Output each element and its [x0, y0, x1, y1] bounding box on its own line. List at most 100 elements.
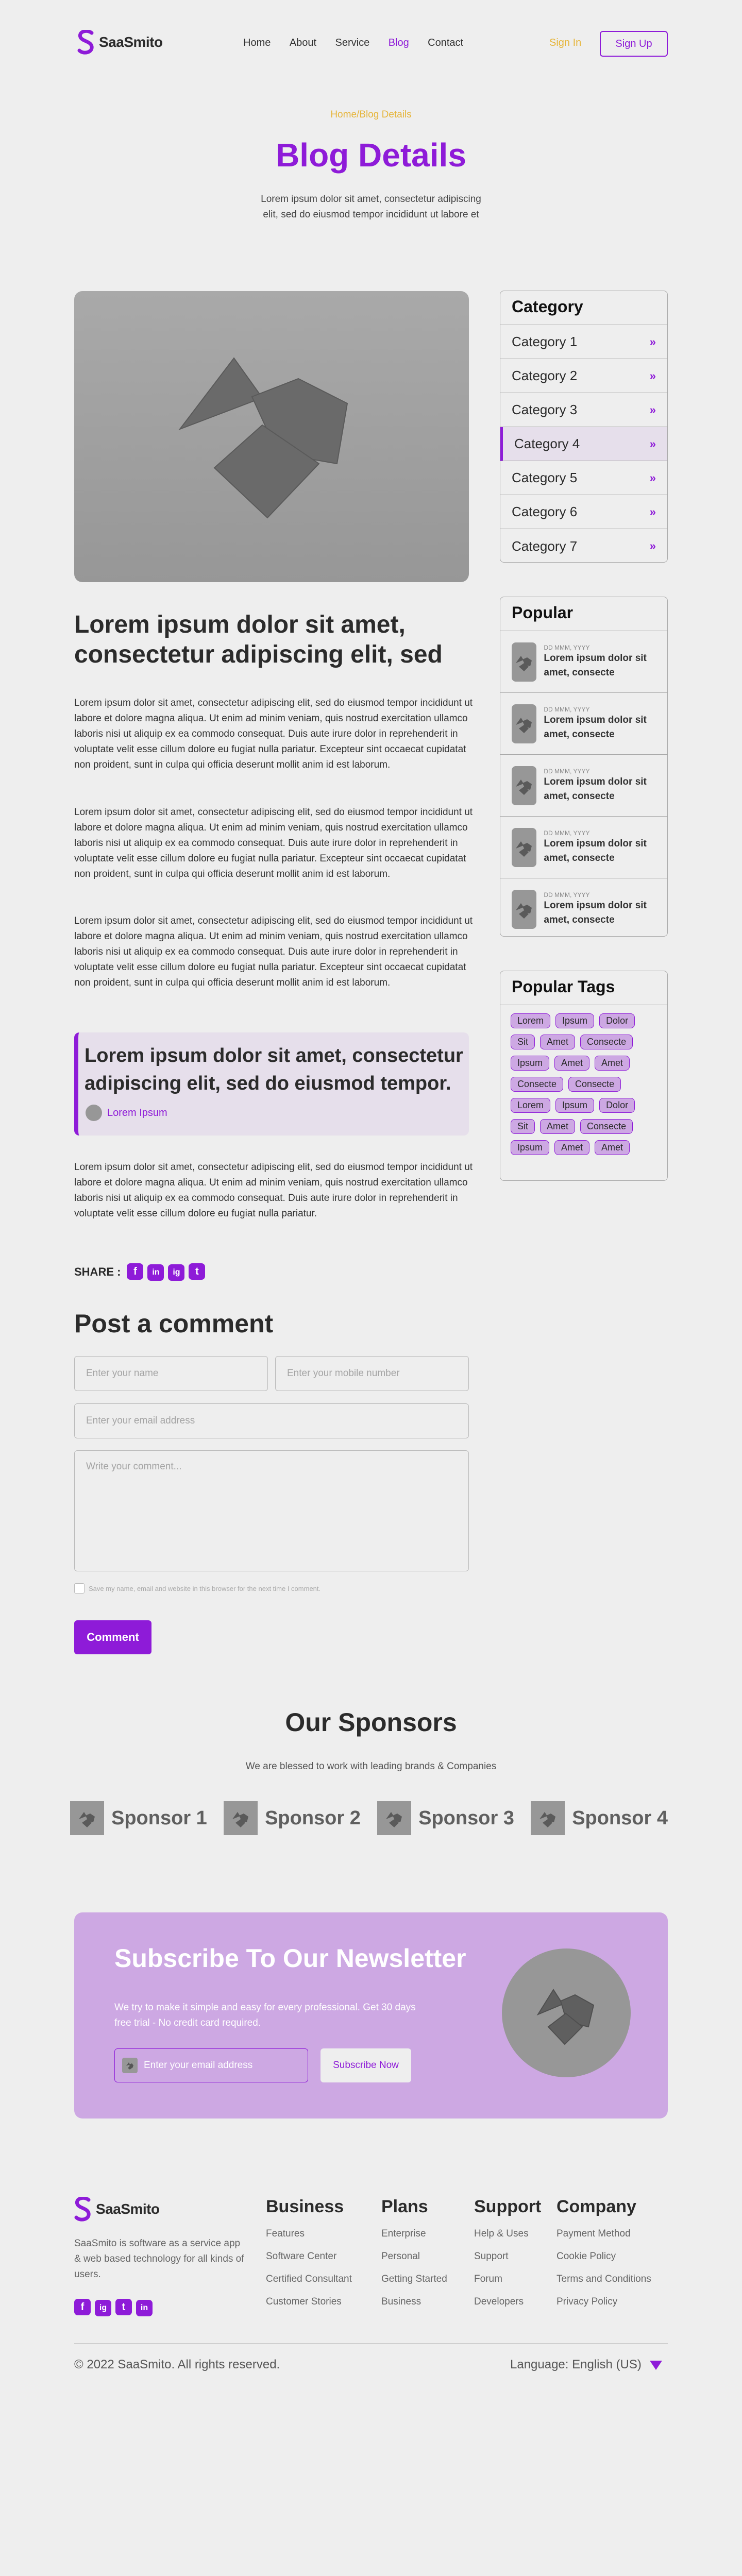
footer-link[interactable]: Forum	[474, 2274, 541, 2285]
tag-list: Lorem Ipsum Dolor Sit Amet Consecte Ipsum Amet A…	[500, 1005, 667, 1163]
footer-col-title: Company	[556, 2197, 636, 2216]
tag-chip[interactable]: Amet	[595, 1140, 630, 1155]
newsletter-email-input[interactable]: Enter your email address	[114, 2048, 308, 2082]
tag-chip[interactable]: Lorem	[511, 1098, 551, 1113]
footer-link[interactable]: Certified Consultant	[266, 2274, 352, 2285]
tag-chip[interactable]: Lorem	[511, 1013, 551, 1028]
email-image-icon	[122, 2058, 138, 2073]
sponsor-item[interactable]: Sponsor 4	[531, 1801, 668, 1835]
tag-chip[interactable]: Ipsum	[555, 1098, 595, 1113]
tag-chip[interactable]: Consecte	[568, 1077, 621, 1092]
image-placeholder-icon	[178, 357, 348, 519]
tag-chip[interactable]: Ipsum	[555, 1013, 595, 1028]
popular-post-title: Lorem ipsum dolor sit amet, consecte	[544, 714, 647, 740]
sign-in-button[interactable]: Sign In	[549, 37, 581, 49]
popular-post[interactable]: DD MMM, YYYY Lorem ipsum dolor sit amet, …	[500, 878, 667, 936]
footer-link[interactable]: Help & Uses	[474, 2228, 541, 2240]
tag-chip[interactable]: Amet	[540, 1119, 576, 1134]
tag-chip[interactable]: Sit	[511, 1119, 535, 1134]
tag-chip[interactable]: Consecte	[580, 1119, 633, 1134]
email-field[interactable]	[74, 1403, 469, 1438]
category-item-5[interactable]: Category 5 »	[500, 461, 667, 495]
brand-logo[interactable]: SaaSmito	[77, 30, 163, 55]
name-field[interactable]	[74, 1356, 268, 1391]
category-card: Category Category 1 » Category 2 » Categor…	[500, 291, 668, 563]
tag-chip[interactable]: Ipsum	[511, 1056, 550, 1071]
footer-link[interactable]: Terms and Conditions	[556, 2274, 651, 2285]
sponsor-item[interactable]: Sponsor 1	[70, 1801, 207, 1835]
newsletter-illustration	[502, 1948, 631, 2077]
footer-link[interactable]: Enterprise	[381, 2228, 447, 2240]
footer-link[interactable]: Privacy Policy	[556, 2296, 651, 2308]
chevron-right-icon: »	[649, 369, 656, 382]
footer-link[interactable]: Features	[266, 2228, 352, 2240]
category-item-6[interactable]: Category 6 »	[500, 495, 667, 529]
author-avatar	[86, 1105, 102, 1121]
tag-chip[interactable]: Amet	[540, 1035, 576, 1049]
category-item-1[interactable]: Category 1 »	[500, 325, 667, 359]
footer-logo[interactable]: SaaSmito	[74, 2197, 160, 2222]
tag-chip[interactable]: Amet	[554, 1056, 590, 1071]
tag-chip[interactable]: Amet	[554, 1140, 590, 1155]
page-title: Blog Details	[276, 137, 466, 174]
footer-col-business: Business Features Software Center Certif…	[266, 2197, 352, 2308]
footer-link[interactable]: Getting Started	[381, 2274, 447, 2285]
nav-home[interactable]: Home	[243, 37, 271, 48]
save-info-checkbox[interactable]	[74, 1583, 85, 1594]
tag-chip[interactable]: Dolor	[599, 1098, 635, 1113]
mobile-field[interactable]	[275, 1356, 469, 1391]
sponsor-item[interactable]: Sponsor 2	[224, 1801, 361, 1835]
tag-chip[interactable]: Sit	[511, 1035, 535, 1049]
nav-contact[interactable]: Contact	[428, 37, 463, 48]
linkedin-icon[interactable]: in	[147, 1264, 164, 1281]
nav-about[interactable]: About	[290, 37, 316, 48]
sponsor-item[interactable]: Sponsor 3	[377, 1801, 514, 1835]
post-thumbnail-icon	[512, 642, 537, 682]
sponsor-logo-icon	[224, 1801, 258, 1835]
footer-link[interactable]: Personal	[381, 2251, 447, 2262]
tag-chip[interactable]: Dolor	[599, 1013, 635, 1028]
tag-chip[interactable]: Consecte	[580, 1035, 633, 1049]
tag-chip[interactable]: Amet	[595, 1056, 630, 1071]
footer-link[interactable]: Business	[381, 2296, 447, 2308]
facebook-icon[interactable]: f	[127, 1263, 144, 1280]
footer-description: SaaSmito is software as a service app & …	[74, 2238, 244, 2280]
facebook-icon[interactable]: f	[74, 2299, 91, 2315]
comment-submit-button[interactable]: Comment	[74, 1620, 151, 1654]
language-selector[interactable]: Language: English (US)	[510, 2358, 663, 2372]
footer-social-row: f ig t in	[74, 2299, 157, 2316]
footer-link[interactable]: Cookie Policy	[556, 2251, 651, 2262]
nav-service[interactable]: Service	[335, 37, 370, 48]
instagram-icon[interactable]: ig	[168, 1264, 185, 1281]
footer-link[interactable]: Customer Stories	[266, 2296, 352, 2308]
category-item-3[interactable]: Category 3 »	[500, 393, 667, 427]
category-item-2[interactable]: Category 2 »	[500, 359, 667, 393]
share-row: SHARE : f in ig t	[74, 1263, 209, 1281]
twitter-icon[interactable]: t	[189, 1263, 206, 1280]
comment-field[interactable]	[74, 1450, 469, 1571]
instagram-icon[interactable]: ig	[95, 2299, 111, 2316]
category-item-7[interactable]: Category 7 »	[500, 529, 667, 562]
category-item-4[interactable]: Category 4 »	[500, 427, 667, 461]
footer-link[interactable]: Developers	[474, 2296, 541, 2308]
post-thumbnail-icon	[512, 890, 537, 929]
popular-post-date: DD MMM, YYYY	[544, 767, 590, 775]
subscribe-button[interactable]: Subscribe Now	[321, 2048, 411, 2082]
popular-post[interactable]: DD MMM, YYYY Lorem ipsum dolor sit amet, …	[500, 817, 667, 878]
popular-post[interactable]: DD MMM, YYYY Lorem ipsum dolor sit amet, …	[500, 693, 667, 755]
footer-col-plans: Plans Enterprise Personal Getting Starte…	[381, 2197, 447, 2308]
quote-author[interactable]: Lorem Ipsum	[107, 1107, 167, 1119]
chevron-right-icon: »	[649, 539, 656, 552]
popular-post[interactable]: DD MMM, YYYY Lorem ipsum dolor sit amet, …	[500, 755, 667, 817]
tag-chip[interactable]: Consecte	[511, 1077, 564, 1092]
footer-link[interactable]: Software Center	[266, 2251, 352, 2262]
popular-post[interactable]: DD MMM, YYYY Lorem ipsum dolor sit amet, …	[500, 631, 667, 693]
footer-link[interactable]: Payment Method	[556, 2228, 651, 2240]
footer-link[interactable]: Support	[474, 2251, 541, 2262]
nav-blog[interactable]: Blog	[389, 37, 409, 48]
tag-chip[interactable]: Ipsum	[511, 1140, 550, 1155]
twitter-icon[interactable]: t	[115, 2299, 132, 2315]
sign-up-button[interactable]: Sign Up	[600, 31, 668, 57]
linkedin-icon[interactable]: in	[136, 2299, 153, 2316]
main-nav: Home About Service Blog Contact	[243, 37, 480, 49]
